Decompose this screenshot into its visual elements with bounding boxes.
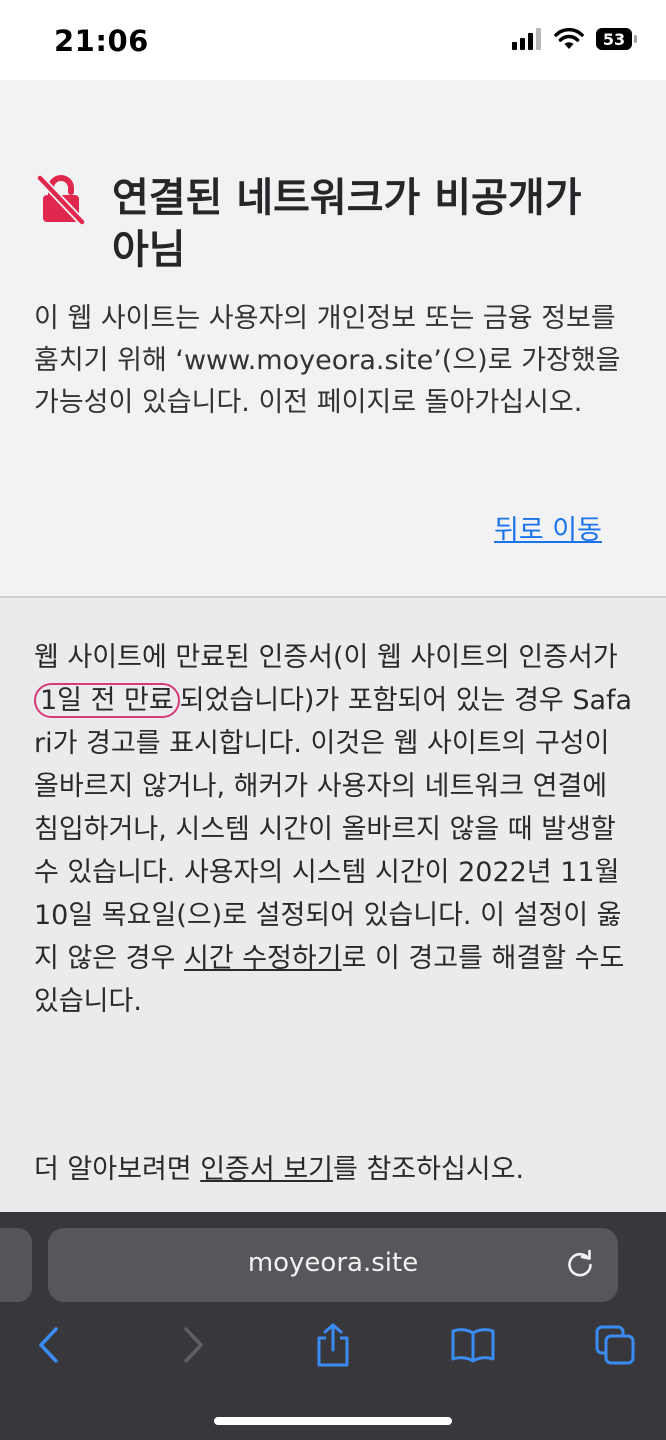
address-text: moyeora.site — [247, 1248, 419, 1278]
navigation-row — [0, 1320, 666, 1370]
bookmarks-button[interactable] — [448, 1320, 498, 1370]
status-time: 21:06 — [54, 24, 149, 58]
address-bar[interactable]: moyeora.site — [48, 1228, 618, 1302]
warning-card: 연결된 네트워크가 비공개가 아님 이 웹 사이트는 사용자의 개인정보 또는 … — [0, 80, 666, 596]
tabs-icon — [595, 1325, 635, 1365]
safari-toolbar: moyeora.site — [0, 1212, 666, 1440]
go-back-link[interactable]: 뒤로 이동 — [494, 508, 602, 547]
fix-time-link[interactable]: 시간 수정하기 — [184, 943, 342, 974]
learn-more-prefix: 더 알아보려면 — [34, 1154, 201, 1185]
details-text-2: 되었습니다)가 포함되어 있는 경우 Safari가 경고를 표시합니다. 이것… — [34, 685, 633, 974]
learn-more-suffix: 를 참조하십시오. — [333, 1154, 525, 1185]
battery-level: 53 — [602, 29, 626, 49]
share-icon — [317, 1323, 349, 1367]
expired-highlight: 1일 전 만료 — [34, 683, 180, 718]
details-text-1: 웹 사이트에 만료된 인증서(이 웹 사이트의 인증서가 — [34, 642, 618, 673]
learn-more-text: 더 알아보려면 인증서 보기를 참조하십시오. — [34, 1148, 644, 1191]
certificate-details: 웹 사이트에 만료된 인증서(이 웹 사이트의 인증서가 1일 전 만료 되었습니… — [34, 636, 634, 1023]
reload-icon[interactable] — [564, 1248, 596, 1280]
share-button[interactable] — [308, 1320, 358, 1370]
tabs-button[interactable] — [590, 1320, 640, 1370]
chevron-left-icon — [39, 1327, 58, 1363]
warning-title: 연결된 네트워크가 비공개가 아님 — [112, 175, 582, 273]
cellular-signal-icon — [512, 28, 541, 50]
broken-lock-icon — [36, 174, 86, 226]
divider — [0, 596, 666, 598]
status-icons: 53 — [512, 28, 637, 50]
home-indicator — [214, 1417, 452, 1425]
status-bar: 21:06 53 — [0, 0, 666, 80]
forward-button[interactable] — [168, 1320, 218, 1370]
back-button[interactable] — [24, 1320, 74, 1370]
chevron-right-icon — [184, 1327, 203, 1363]
warning-description: 이 웹 사이트는 사용자의 개인정보 또는 금융 정보를 훔치기 위해 ‘www… — [34, 303, 621, 418]
book-icon — [451, 1328, 495, 1363]
battery-icon: 53 — [596, 28, 637, 50]
previous-tab-preview[interactable] — [0, 1228, 32, 1302]
view-certificate-link[interactable]: 인증서 보기 — [200, 1154, 333, 1185]
wifi-icon — [554, 28, 584, 49]
